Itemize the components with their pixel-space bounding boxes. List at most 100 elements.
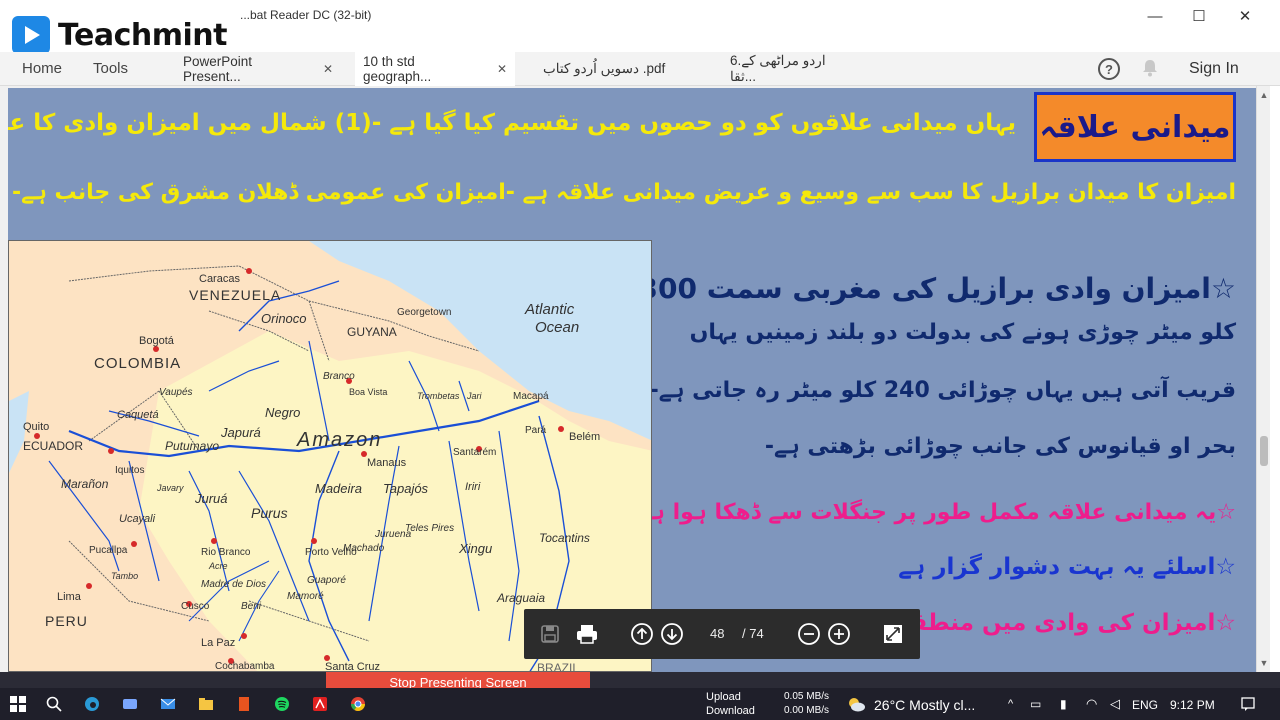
map-label: GUYANA [347,325,397,339]
notifications-icon[interactable] [1240,696,1256,712]
map-label: Amazon [297,429,383,451]
map-label: Ocean [535,319,580,336]
page-heading: میدانی علاقہ [1039,109,1231,145]
network-icon[interactable]: ▭ [1030,697,1041,711]
text-line-2: امیزان کا میدان برازیل کا سب سے وسیع و ع… [11,180,1236,205]
map-label: Teles Pires [405,523,455,534]
map-label: Lima [57,591,81,603]
tray-chevron-icon[interactable]: ^ [1008,698,1013,710]
upload-label: Upload [706,691,741,703]
pdf-page: میدانی علاقہ یہاں میدانی علاقوں کو دو حص… [8,88,1256,672]
windows-taskbar: Upload Download 0.05 MB/s 0.00 MB/s 26°C… [0,688,1280,720]
volume-icon[interactable]: ◁ [1110,696,1120,712]
current-page-number[interactable]: 48 [710,626,724,641]
next-page-icon[interactable] [660,622,684,646]
tools-menu[interactable]: Tools [93,60,128,77]
window-title: ...bat Reader DC (32-bit) [240,8,372,22]
search-icon[interactable] [46,696,62,712]
windows-start-icon[interactable] [10,696,26,712]
save-icon[interactable] [538,622,562,646]
map-label: Guaporé [307,575,346,586]
wifi-icon[interactable]: ◠ [1086,696,1097,712]
map-label: Marañon [61,477,109,491]
heading-box: میدانی علاقہ [1034,92,1236,162]
map-label: Tambo [111,571,139,581]
map-label: Caquetá [117,409,159,421]
vertical-scrollbar[interactable]: ▲ ▼ [1256,86,1270,672]
scroll-down-icon[interactable]: ▼ [1259,658,1269,668]
map-label: Japurá [221,425,261,440]
print-icon[interactable] [575,622,599,646]
document-area[interactable]: میدانی علاقہ یہاں میدانی علاقوں کو دو حص… [0,86,1256,672]
tab-urdu-marathi[interactable]: 6.اردو مراٹھی کے ثقا... [722,52,862,86]
map-label: Pucallpa [89,545,128,556]
help-icon[interactable]: ? [1098,58,1120,80]
spotify-icon[interactable] [274,696,290,712]
notification-bell-icon[interactable] [1142,59,1158,77]
map-label: Cusco [181,601,210,612]
map-label: Madeira [315,481,362,496]
map-label: Porto Velho [305,547,357,558]
map-label: Purus [251,505,288,521]
map-label: Acre [209,561,228,571]
video-call-icon[interactable] [122,696,138,712]
minimize-button[interactable]: — [1132,0,1178,32]
clock-time[interactable]: 9:12 PM [1170,698,1215,712]
scroll-up-icon[interactable]: ▲ [1259,90,1269,100]
office-icon[interactable] [236,696,252,712]
map-label: Georgetown [397,307,452,318]
fit-page-icon[interactable] [881,622,905,646]
map-label: Macapá [513,391,549,402]
close-button[interactable]: ✕ [1222,0,1268,32]
tab-close-icon[interactable]: ✕ [497,62,507,76]
para1-line4: بحر او قیانوس کی جانب چوڑائی بڑھتی ہے- [764,434,1236,459]
map-label: Atlantic [525,301,575,318]
map-label: Iquitos [115,465,145,476]
mail-icon[interactable] [160,696,176,712]
battery-icon[interactable]: ▮ [1060,697,1067,711]
sign-in-link[interactable]: Sign In [1189,60,1239,78]
para2-line1: ☆یہ میدانی علاقہ مکمل طور پر جنگلات سے ڈ… [639,500,1236,525]
map-label: Belém [569,431,601,443]
menu-bar: Home Tools PowerPoint Present... ✕ 10 th… [0,52,1280,86]
maximize-button[interactable]: ☐ [1176,0,1222,32]
map-label: Madre de Dios [201,579,267,590]
home-menu[interactable]: Home [22,60,62,77]
previous-page-icon[interactable] [630,622,654,646]
map-label: BRAZIL [537,661,580,672]
map-label: Manaus [367,457,407,469]
scroll-thumb[interactable] [1260,436,1268,466]
map-label: Javary [157,483,184,493]
map-label: Orinoco [261,311,307,326]
chrome-icon[interactable] [350,696,366,712]
zoom-in-icon[interactable] [827,622,851,646]
tab-close-icon[interactable]: ✕ [323,62,333,76]
tab-label: 6.اردو مراٹھی کے ثقا... [730,53,826,84]
edge-browser-icon[interactable] [84,696,100,712]
file-explorer-icon[interactable] [198,696,214,712]
para1-line2: کلو میٹر چوڑی ہونے کی بدولت دو بلند زمین… [689,320,1236,345]
tab-geography[interactable]: 10 th std geograph... ✕ [355,52,515,86]
app-window: ...bat Reader DC (32-bit) — ☐ ✕ Teachmin… [0,0,1280,720]
para1-line3: قریب آتی ہیں یہاں چوڑائی 240 کلو میٹر رہ… [649,378,1236,403]
para3-line1: ☆امیزان کی وادی میں منطقہ [897,610,1236,636]
map-label: Juruá [195,491,228,506]
map-label: Cochabamba [215,661,275,672]
tab-powerpoint[interactable]: PowerPoint Present... ✕ [175,52,341,86]
language-indicator[interactable]: ENG [1132,698,1158,712]
map-label: Branco [323,371,355,382]
map-label: Negro [265,405,301,420]
map-label: Quito [23,421,50,433]
zoom-out-icon[interactable] [797,622,821,646]
map-label: COLOMBIA [94,355,182,372]
weather-cloud-icon[interactable] [846,695,866,713]
tab-urdu-book[interactable]: دسویں اُردو کتاب .pdf [535,52,705,86]
download-label: Download [706,705,755,717]
map-label: Iriri [465,481,481,493]
map-label: ECUADOR [23,439,84,453]
map-label: Xingu [459,541,493,556]
tab-label: 10 th std geograph... [363,54,432,84]
para1-line1: ☆امیزان وادی برازیل کی مغربی سمت 1300 [619,272,1236,305]
weather-text[interactable]: 26°C Mostly cl... [874,697,975,713]
acrobat-reader-icon[interactable] [312,696,328,712]
